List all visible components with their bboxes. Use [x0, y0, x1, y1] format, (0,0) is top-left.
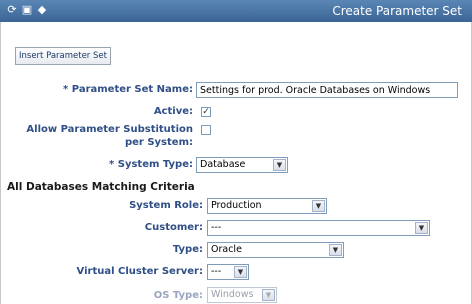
system-type-label: * System Type: — [109, 159, 193, 170]
os-type-label: OS Type: — [153, 290, 203, 301]
chevron-down-icon: ▼ — [415, 222, 428, 234]
os-type-select: Windows ▼ — [207, 287, 277, 303]
chevron-down-icon: ▼ — [329, 244, 342, 256]
chevron-down-icon: ▼ — [262, 289, 275, 301]
system-role-label: System Role: — [129, 200, 203, 211]
title-icons: ⟳ ▣ ◆ — [6, 4, 48, 16]
system-role-select[interactable]: Production ▼ — [207, 198, 327, 214]
type-value: Oracle — [211, 244, 242, 255]
chevron-down-icon: ▼ — [234, 266, 247, 278]
system-role-value: Production — [211, 200, 262, 211]
type-select[interactable]: Oracle ▼ — [207, 242, 344, 258]
parameter-set-name-label: * Parameter Set Name: — [63, 84, 193, 95]
customer-select[interactable]: --- ▼ — [207, 220, 430, 236]
system-type-select[interactable]: Database ▼ — [196, 157, 288, 173]
refresh-icon[interactable]: ⟳ — [6, 4, 18, 16]
insert-parameter-set-button[interactable]: Insert Parameter Set — [15, 47, 111, 65]
diamond-icon[interactable]: ◆ — [36, 4, 48, 16]
virtual-cluster-server-value: --- — [211, 266, 222, 277]
customer-label: Customer: — [144, 222, 203, 233]
virtual-cluster-server-label: Virtual Cluster Server: — [76, 266, 203, 277]
active-checkbox[interactable]: ✓ — [201, 107, 211, 117]
allow-substitution-label-line2: per System: — [124, 137, 193, 148]
dialog-frame — [0, 0, 472, 304]
allow-substitution-checkbox[interactable] — [201, 125, 211, 135]
os-type-value: Windows — [211, 289, 254, 300]
title-bar: ⟳ ▣ ◆ Create Parameter Set — [0, 0, 472, 22]
parameter-set-name-input[interactable]: Settings for prod. Oracle Databases on W… — [196, 82, 458, 98]
virtual-cluster-server-select[interactable]: --- ▼ — [207, 264, 249, 280]
criteria-heading: All Databases Matching Criteria — [7, 181, 195, 193]
allow-substitution-label-line1: Allow Parameter Substitution — [26, 124, 193, 135]
chevron-down-icon: ▼ — [312, 200, 325, 212]
chevron-down-icon: ▼ — [273, 159, 286, 171]
system-type-value: Database — [200, 159, 246, 170]
active-label: Active: — [153, 106, 193, 117]
type-label: Type: — [172, 244, 203, 255]
customer-value: --- — [211, 222, 222, 233]
save-icon[interactable]: ▣ — [21, 4, 33, 16]
window-title: Create Parameter Set — [332, 4, 462, 18]
